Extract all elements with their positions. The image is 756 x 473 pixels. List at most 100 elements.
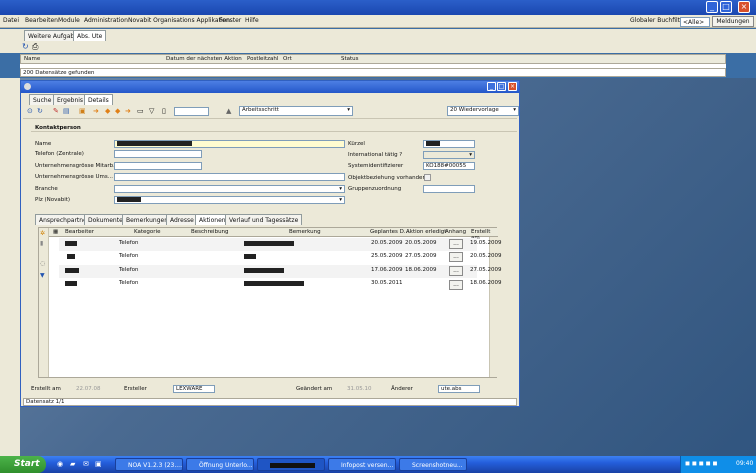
- menu-datei[interactable]: Datei: [3, 17, 19, 24]
- next-icon[interactable]: ◆: [115, 107, 120, 115]
- phone-field[interactable]: [114, 150, 202, 158]
- col-ort[interactable]: Ort: [283, 56, 292, 62]
- messages-button[interactable]: Meldungen: [712, 16, 754, 27]
- browser-icon[interactable]: ◉: [57, 460, 63, 468]
- international-select[interactable]: ▾: [423, 151, 475, 159]
- forward-icon[interactable]: ➜: [125, 107, 131, 115]
- new-icon[interactable]: ⊙: [27, 107, 33, 115]
- task-infopost[interactable]: Infopost versen...: [328, 458, 396, 471]
- filter-select[interactable]: <Alle>: [680, 17, 710, 27]
- col-erstellt[interactable]: Erstellt am: [469, 228, 496, 241]
- menu-novabit[interactable]: Novabit Organisations Applikation: [128, 17, 230, 24]
- document-icon[interactable]: ▭: [137, 107, 144, 115]
- col-status[interactable]: Status: [341, 56, 359, 62]
- col-bemerkung[interactable]: Bemerkung: [287, 228, 323, 237]
- chevron-down-icon[interactable]: ▾: [339, 197, 342, 204]
- attachment-button[interactable]: ...: [449, 280, 463, 290]
- dialog-minimize-button[interactable]: _: [487, 82, 496, 91]
- changer-field: ute.abs: [438, 385, 480, 393]
- tab-ergebnis[interactable]: Ergebnis: [53, 94, 88, 105]
- tab-abs-ute[interactable]: Abs. Ute: [73, 30, 107, 41]
- menu-hilfe[interactable]: Hilfe: [245, 17, 259, 24]
- mail-icon[interactable]: ✉: [83, 460, 89, 468]
- funnel-icon[interactable]: ▼: [40, 272, 45, 279]
- col-plz[interactable]: Postleitzahl: [247, 56, 278, 62]
- task-screenshot[interactable]: Screenshotneu...: [399, 458, 467, 471]
- plz-select[interactable]: ▾: [114, 196, 345, 204]
- attachment-button[interactable]: ...: [449, 239, 463, 249]
- reload-icon[interactable]: ↻: [37, 107, 43, 115]
- task-noa[interactable]: NOA V1.2.3 (23....: [115, 458, 183, 471]
- actions-table: ✲ ▮ ◌ ▼ ▦ Bearbeiter Kategorie Beschreib…: [38, 227, 502, 378]
- status-select[interactable]: 20 Wiedervorlage ▾: [447, 106, 519, 116]
- objrel-checkbox[interactable]: [424, 174, 431, 181]
- task-oeffnung[interactable]: Öffnung Unterlo...: [186, 458, 254, 471]
- clock[interactable]: 09:40: [736, 460, 753, 467]
- desktop-icon[interactable]: ▣: [95, 460, 102, 468]
- print-icon[interactable]: ⎙: [32, 42, 38, 52]
- main-toolbar: ↻ ⎙: [0, 41, 756, 53]
- sun-icon[interactable]: ✲: [40, 230, 45, 237]
- tab-suche[interactable]: Suche: [29, 94, 56, 105]
- cell-planned: 20.05.2009: [371, 240, 403, 246]
- col-kategorie[interactable]: Kategorie: [132, 228, 163, 237]
- attachment-button[interactable]: ...: [449, 252, 463, 262]
- link-icon[interactable]: ◌: [40, 260, 45, 267]
- col-beschreibung[interactable]: Beschreibung: [189, 228, 231, 237]
- edit-icon[interactable]: ✎: [53, 107, 59, 115]
- menu-module[interactable]: Module: [58, 17, 80, 24]
- sysid-field[interactable]: KO188#00055: [423, 162, 475, 170]
- menu-administration[interactable]: Administration: [84, 17, 128, 24]
- chevron-down-icon[interactable]: ▾: [339, 186, 342, 193]
- prev-icon[interactable]: ◆: [105, 107, 110, 115]
- filter-icon[interactable]: ▽: [149, 107, 154, 115]
- trash-icon[interactable]: ▮: [40, 240, 43, 247]
- arrow-right-icon[interactable]: ➜: [93, 107, 99, 115]
- refresh-icon[interactable]: ↻: [22, 42, 29, 51]
- tab-verlauf[interactable]: Verlauf und Tagessätze: [225, 214, 303, 225]
- name-field[interactable]: [114, 140, 345, 148]
- lock-icon[interactable]: ▣: [79, 107, 86, 115]
- tray-icons[interactable]: ◼ ◼ ◼ ◼ ◼: [685, 460, 718, 467]
- cell-done: 27.05.2009: [405, 253, 437, 259]
- kuerzel-field[interactable]: [423, 140, 475, 148]
- col-bearbeiter[interactable]: Bearbeiter: [63, 228, 96, 237]
- menu-bearbeiten[interactable]: Bearbeiten: [25, 17, 58, 24]
- menu-fenster[interactable]: Fenster: [219, 17, 241, 24]
- phone-icon[interactable]: ▯: [162, 107, 166, 115]
- maximize-button[interactable]: □: [720, 1, 732, 13]
- dialog-toolbar: ⊙ ↻ ✎ ▤ ▣ ➜ ◆ ◆ ➜ ▭ ▽ ▯ ▲ Arbeitsschritt…: [23, 105, 519, 119]
- label-changed: Geändert am: [296, 386, 333, 392]
- workstep-select[interactable]: Arbeitsschritt ▾: [239, 106, 353, 116]
- tab-details[interactable]: Details: [84, 94, 113, 105]
- revenue-field[interactable]: [114, 173, 345, 181]
- quick-input[interactable]: [174, 107, 209, 116]
- col-anhang[interactable]: Anhang: [443, 228, 469, 237]
- staff-field[interactable]: [114, 162, 202, 170]
- copy-icon[interactable]: ▤: [63, 107, 70, 115]
- chevron-down-icon[interactable]: ▾: [513, 107, 516, 114]
- folder-icon[interactable]: ▰: [70, 460, 75, 468]
- cell-category: Telefon: [119, 240, 139, 246]
- dialog-close-button[interactable]: ×: [508, 82, 517, 91]
- chevron-down-icon[interactable]: ▾: [347, 107, 350, 114]
- chevron-down-icon[interactable]: ▾: [469, 152, 472, 159]
- tab-adresse[interactable]: Adresse: [166, 214, 198, 225]
- col-erledigt[interactable]: Aktion erledigt: [404, 228, 449, 237]
- col-name[interactable]: Name: [24, 56, 40, 62]
- attachment-button[interactable]: ...: [449, 266, 463, 276]
- cell-category: Telefon: [119, 267, 139, 273]
- start-button[interactable]: Start: [0, 456, 46, 473]
- tab-bemerkungen[interactable]: Bemerkungen: [122, 214, 173, 225]
- padlock-icon[interactable]: ▲: [226, 107, 231, 115]
- label-branch: Branche: [35, 186, 58, 192]
- dialog-maximize-button[interactable]: □: [497, 82, 506, 91]
- minimize-button[interactable]: _: [706, 1, 718, 13]
- col-next-action[interactable]: Datum der nächsten Aktion: [166, 56, 242, 62]
- task-redacted[interactable]: [257, 458, 325, 471]
- close-button[interactable]: ×: [738, 1, 750, 13]
- cell-planned: 25.05.2009: [371, 253, 403, 259]
- branch-select[interactable]: ▾: [114, 185, 345, 193]
- tab-dokumente[interactable]: Dokumente: [84, 214, 127, 225]
- group-field[interactable]: [423, 185, 475, 193]
